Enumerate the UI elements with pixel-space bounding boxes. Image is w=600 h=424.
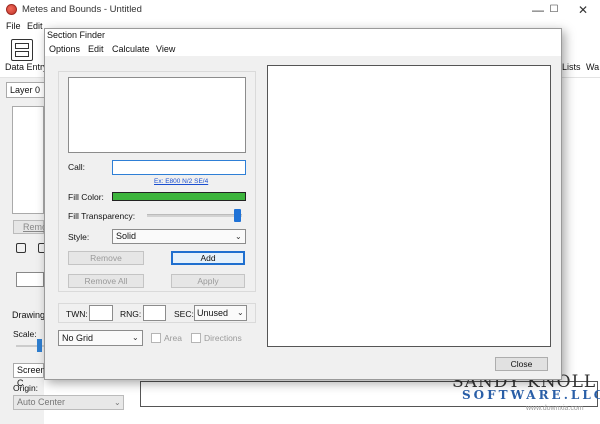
menu-edit[interactable]: Edit [27,21,43,31]
dialog-menu-bar: Options Edit Calculate View [45,42,561,56]
call-example-link[interactable]: Ex: E800 N/2 SE/4 [154,178,208,185]
lists-label[interactable]: Lists [562,62,581,72]
dialog-title-bar: Section Finder [45,29,561,42]
grid-select[interactable]: No Grid [58,330,143,346]
layer-tool-icon[interactable] [16,243,26,253]
chevron-down-icon: ⌄ [132,333,139,342]
remove-all-button[interactable]: Remove All [68,274,144,288]
chevron-down-icon: ⌄ [237,308,244,317]
window-close-button[interactable]: ✕ [566,1,600,19]
section-finder-dialog: Section Finder Options Edit Calculate Vi… [44,28,562,380]
dialog-menu-view[interactable]: View [156,44,175,54]
layer-name-input[interactable] [16,272,44,287]
twn-label: TWN: [66,309,88,319]
sec-label: SEC: [174,309,194,319]
call-label: Call: [68,162,86,172]
close-button[interactable]: Close [495,357,548,371]
directions-checkbox[interactable] [191,333,201,343]
call-input[interactable] [112,160,246,175]
fill-transparency-label: Fill Transparency: [68,211,136,221]
fill-transparency-thumb[interactable] [234,209,241,222]
menu-file[interactable]: File [6,21,21,31]
section-map-view[interactable] [267,65,551,347]
add-button[interactable]: Add [171,251,245,265]
company-logo-subtext: SOFTWARE.LLC [462,388,600,402]
rng-label: RNG: [120,309,142,319]
dialog-title: Section Finder [47,30,106,40]
remove-button[interactable]: Remove [68,251,144,265]
main-window-title: Metes and Bounds - Untitled [22,4,142,15]
scale-label: Scale: [13,329,37,339]
screen-select[interactable]: Screen C [13,363,46,388]
dialog-menu-options[interactable]: Options [49,44,80,54]
style-select[interactable]: Solid [112,229,246,244]
wa-label[interactable]: Wa [586,62,599,72]
chevron-down-icon: ⌄ [114,398,121,407]
fill-color-label: Fill Color: [68,192,104,202]
main-title-bar: Metes and Bounds - Untitled — ☐ ✕ [0,0,600,20]
layer-select[interactable]: Layer 0 [6,82,46,98]
area-label: Area [164,333,182,343]
rng-input[interactable] [143,305,166,321]
layer-remove-button[interactable]: Remo [13,220,47,234]
call-list-box[interactable] [68,77,246,153]
drawing-label: Drawing [12,310,46,320]
data-entry-icon[interactable] [11,39,33,61]
layer-list[interactable] [12,106,44,214]
twn-input[interactable] [89,305,113,321]
area-checkbox[interactable] [151,333,161,343]
origin-select[interactable]: Auto Center [13,395,124,410]
apply-button[interactable]: Apply [171,274,245,288]
scale-slider-thumb[interactable] [37,339,42,352]
watermark: www.downxia.com [526,405,584,412]
chevron-down-icon: ⌄ [235,232,242,241]
dialog-menu-edit[interactable]: Edit [88,44,104,54]
fill-color-swatch[interactable] [112,192,246,201]
fill-transparency-track[interactable] [147,214,242,217]
origin-label: Origin: [13,383,39,393]
style-label: Style: [68,232,90,242]
directions-label: Directions [204,333,242,343]
data-entry-label: Data Entry [5,62,48,72]
dialog-menu-calculate[interactable]: Calculate [112,44,150,54]
app-logo-icon [6,4,17,15]
